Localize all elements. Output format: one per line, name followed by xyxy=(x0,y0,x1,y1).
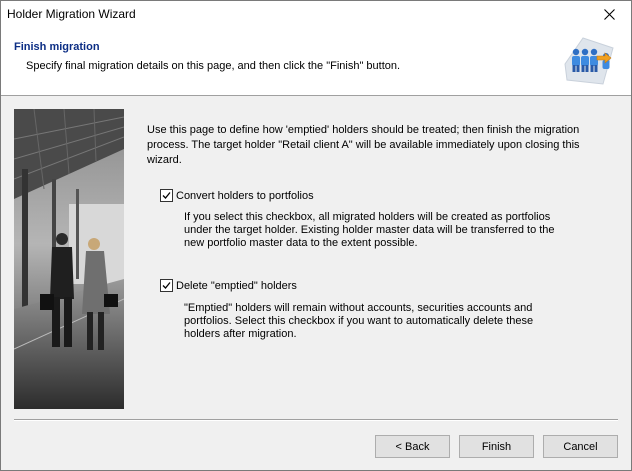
checkmark-icon xyxy=(162,282,171,289)
convert-holders-label[interactable]: Convert holders to portfolios xyxy=(176,190,314,202)
footer-divider xyxy=(14,419,618,421)
delete-holders-description: "Emptied" holders will remain without ac… xyxy=(184,302,604,341)
holder-migration-icon xyxy=(564,37,614,85)
description-line: holders after migration. xyxy=(184,328,297,340)
description-line: new portfolio master data to the extent … xyxy=(184,237,418,249)
title-bar: Holder Migration Wizard xyxy=(1,1,631,28)
intro-text: Use this page to define how 'emptied' ho… xyxy=(147,123,617,168)
delete-holders-label[interactable]: Delete "emptied" holders xyxy=(176,280,297,292)
back-button[interactable]: < Back xyxy=(375,435,450,458)
intro-line: process. The target holder "Retail clien… xyxy=(147,139,580,166)
window-title: Holder Migration Wizard xyxy=(7,7,136,21)
wizard-window: Holder Migration Wizard Finish migration… xyxy=(0,0,632,471)
wizard-header: Finish migration Specify final migration… xyxy=(1,28,631,96)
description-line: portfolios. Select this checkbox if you … xyxy=(184,315,534,327)
convert-holders-option[interactable]: Convert holders to portfolios xyxy=(160,189,314,202)
close-button[interactable] xyxy=(587,1,631,28)
description-line: If you select this checkbox, all migrate… xyxy=(184,211,551,223)
description-line: "Emptied" holders will remain without ac… xyxy=(184,302,533,314)
close-icon xyxy=(603,9,615,20)
delete-holders-checkbox[interactable] xyxy=(160,279,173,292)
delete-holders-option[interactable]: Delete "emptied" holders xyxy=(160,279,297,292)
business-travelers-photo xyxy=(14,109,124,409)
checkmark-icon xyxy=(162,192,171,199)
cancel-button[interactable]: Cancel xyxy=(543,435,618,458)
page-subtitle: Specify final migration details on this … xyxy=(26,60,401,72)
convert-holders-description: If you select this checkbox, all migrate… xyxy=(184,211,604,250)
intro-line: Use this page to define how 'emptied' ho… xyxy=(147,124,580,136)
finish-button[interactable]: Finish xyxy=(459,435,534,458)
convert-holders-checkbox[interactable] xyxy=(160,189,173,202)
description-line: under the target holder. Existing holder… xyxy=(184,224,555,236)
page-title: Finish migration xyxy=(14,41,100,53)
